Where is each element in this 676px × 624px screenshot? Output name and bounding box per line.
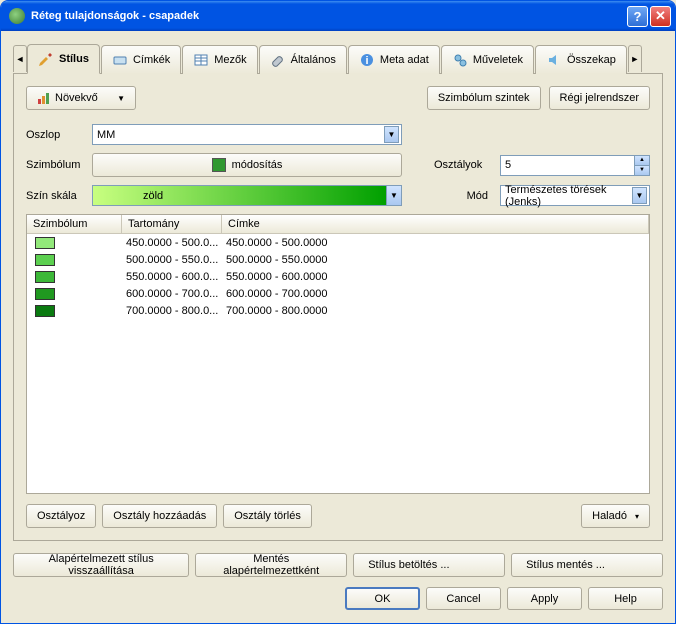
chevron-down-icon: ▼ <box>386 186 401 205</box>
row-label: 550.0000 - 600.0000 <box>222 271 649 283</box>
help-button[interactable]: Help <box>588 587 663 610</box>
style-panel: Növekvő ▼ Szimbólum szintek Régi jelrend… <box>13 74 663 541</box>
gears-icon <box>452 52 468 68</box>
info-icon: i <box>359 52 375 68</box>
tab-metadata[interactable]: i Meta adat <box>348 45 440 74</box>
table-header: Szimbólum Tartomány Címke <box>27 215 649 234</box>
row-range: 450.0000 - 500.0... <box>122 237 222 249</box>
apply-button[interactable]: Apply <box>507 587 582 610</box>
column-value: MM <box>97 129 115 141</box>
row-range: 600.0000 - 700.0... <box>122 288 222 300</box>
th-symbol[interactable]: Szimbólum <box>27 215 122 233</box>
tab-label: Összekap <box>567 54 616 66</box>
wrench-icon <box>270 52 286 68</box>
app-icon <box>9 8 25 24</box>
symbol-label: Szimbólum <box>26 159 84 171</box>
symbol-levels-button[interactable]: Szimbólum szintek <box>427 86 541 110</box>
brush-icon <box>38 51 54 67</box>
row-label: 600.0000 - 700.0000 <box>222 288 649 300</box>
tab-general[interactable]: Általános <box>259 45 347 74</box>
tab-fields[interactable]: Mezők <box>182 45 257 74</box>
classes-spinbox[interactable]: 5 ▲▼ <box>500 155 650 176</box>
tab-style[interactable]: Stílus <box>27 44 100 74</box>
dialog-window: Réteg tulajdonságok - csapadek ? ✕ ◄ Stí… <box>0 0 676 624</box>
delete-class-button[interactable]: Osztály törlés <box>223 504 312 528</box>
classes-value: 5 <box>505 159 511 171</box>
row-label: 450.0000 - 500.0000 <box>222 237 649 249</box>
tab-label: Mezők <box>214 54 246 66</box>
svg-text:i: i <box>365 55 368 67</box>
row-swatch <box>35 305 55 317</box>
classes-label: Osztályok <box>434 159 492 171</box>
th-range[interactable]: Tartomány <box>122 215 222 233</box>
load-style-button[interactable]: Stílus betöltés ... <box>353 553 505 577</box>
restore-default-style-button[interactable]: Alapértelmezett stílus visszaállítása <box>13 553 189 577</box>
add-class-button[interactable]: Osztály hozzáadás <box>102 504 217 528</box>
row-swatch <box>35 271 55 283</box>
tab-label: Műveletek <box>473 54 523 66</box>
tab-row: ◄ Stílus Címkék Mezők Általános <box>13 43 663 74</box>
th-label[interactable]: Címke <box>222 215 649 233</box>
symbol-swatch <box>212 158 226 172</box>
color-ramp-select[interactable]: zöld ▼ <box>92 185 402 206</box>
old-symbology-button[interactable]: Régi jelrendszer <box>549 86 650 110</box>
spin-up-icon[interactable]: ▲ <box>634 156 649 166</box>
table-row[interactable]: 550.0000 - 600.0...550.0000 - 600.0000 <box>27 268 649 285</box>
table-row[interactable]: 600.0000 - 700.0...600.0000 - 700.0000 <box>27 285 649 302</box>
chevron-down-icon: ▼ <box>632 187 647 204</box>
speaker-icon <box>546 52 562 68</box>
classify-button[interactable]: Osztályoz <box>26 504 96 528</box>
tab-labels[interactable]: Címkék <box>101 45 181 74</box>
row-swatch <box>35 237 55 249</box>
ramp-label: Szín skála <box>26 190 84 202</box>
chevron-down-icon: ▾ <box>635 512 639 521</box>
table-row[interactable]: 450.0000 - 500.0...450.0000 - 500.0000 <box>27 234 649 251</box>
mode-select[interactable]: Természetes törések (Jenks) ▼ <box>500 185 650 206</box>
tab-scroll-left[interactable]: ◄ <box>13 45 27 72</box>
table-row[interactable]: 500.0000 - 550.0...500.0000 - 550.0000 <box>27 251 649 268</box>
table-icon <box>193 52 209 68</box>
ok-button[interactable]: OK <box>345 587 420 610</box>
graduated-icon <box>37 91 51 105</box>
close-icon[interactable]: ✕ <box>650 6 671 27</box>
tab-label: Stílus <box>59 53 89 65</box>
row-label: 700.0000 - 800.0000 <box>222 305 649 317</box>
cancel-button[interactable]: Cancel <box>426 587 501 610</box>
class-table[interactable]: Szimbólum Tartomány Címke 450.0000 - 500… <box>26 214 650 494</box>
tab-label: Általános <box>291 54 336 66</box>
column-label: Oszlop <box>26 129 84 141</box>
row-swatch <box>35 254 55 266</box>
mode-label: Mód <box>434 190 492 202</box>
row-range: 500.0000 - 550.0... <box>122 254 222 266</box>
renderer-type-label: Növekvő <box>55 92 98 104</box>
mode-value: Természetes törések (Jenks) <box>505 184 645 208</box>
renderer-type-button[interactable]: Növekvő ▼ <box>26 86 136 110</box>
tab-label: Címkék <box>133 54 170 66</box>
tab-scroll-right[interactable]: ► <box>628 45 642 72</box>
column-select[interactable]: MM ▼ <box>92 124 402 145</box>
ramp-value: zöld <box>143 190 163 202</box>
row-label: 500.0000 - 550.0000 <box>222 254 649 266</box>
row-swatch <box>35 288 55 300</box>
advanced-button[interactable]: Haladó ▾ <box>581 504 650 528</box>
tab-actions[interactable]: Műveletek <box>441 45 534 74</box>
chevron-down-icon: ▼ <box>117 94 125 103</box>
table-row[interactable]: 700.0000 - 800.0...700.0000 - 800.0000 <box>27 302 649 319</box>
spin-down-icon[interactable]: ▼ <box>634 166 649 175</box>
tab-label: Meta adat <box>380 54 429 66</box>
row-range: 550.0000 - 600.0... <box>122 271 222 283</box>
titlebar[interactable]: Réteg tulajdonságok - csapadek ? ✕ <box>1 1 675 31</box>
save-style-button[interactable]: Stílus mentés ... <box>511 553 663 577</box>
window-title: Réteg tulajdonságok - csapadek <box>31 10 625 22</box>
change-label: módosítás <box>232 159 283 171</box>
help-icon[interactable]: ? <box>627 6 648 27</box>
tag-icon <box>112 52 128 68</box>
chevron-down-icon: ▼ <box>384 126 399 143</box>
row-range: 700.0000 - 800.0... <box>122 305 222 317</box>
change-symbol-button[interactable]: módosítás <box>92 153 402 177</box>
save-as-default-button[interactable]: Mentés alapértelmezettként <box>195 553 347 577</box>
content: ◄ Stílus Címkék Mezők Általános <box>1 31 675 622</box>
tab-joins[interactable]: Összekap <box>535 45 627 74</box>
